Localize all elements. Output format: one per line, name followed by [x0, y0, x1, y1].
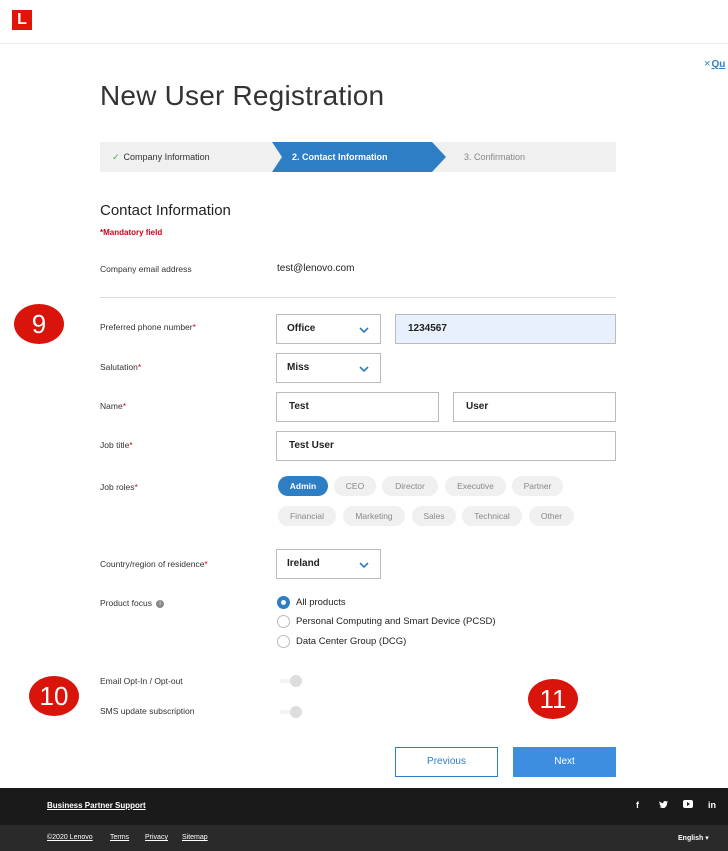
first-name-input[interactable]: Test	[276, 392, 439, 422]
job-title-label: Job title*	[100, 440, 133, 450]
language-selector[interactable]: English ▾	[678, 834, 709, 842]
email-opt-toggle[interactable]	[280, 675, 306, 687]
lenovo-logo[interactable]: L	[12, 10, 32, 30]
last-name-input[interactable]: User	[453, 392, 616, 422]
mandatory-note: *Mandatory field	[100, 228, 163, 237]
salutation-select[interactable]: Miss	[276, 353, 381, 383]
youtube-icon[interactable]	[683, 800, 693, 810]
registration-stepper: ✓ Company Information 2. Contact Informat…	[100, 142, 616, 172]
previous-button[interactable]: Previous	[395, 747, 498, 777]
footer-top: Business Partner Support f in	[0, 788, 728, 825]
role-chip-sales[interactable]: Sales	[412, 506, 456, 526]
step-company-information[interactable]: ✓ Company Information	[100, 142, 270, 172]
role-chip-partner[interactable]: Partner	[512, 476, 563, 496]
info-icon[interactable]: i	[155, 599, 164, 608]
divider	[100, 297, 616, 298]
chevron-down-icon: ▾	[705, 835, 709, 842]
job-title-input[interactable]: Test User	[276, 431, 616, 461]
footer-bottom: ©2020 Lenovo Terms Privacy Sitemap Engli…	[0, 825, 728, 851]
check-icon: ✓	[112, 152, 120, 162]
chevron-down-icon	[359, 562, 369, 569]
job-roles-label: Job roles*	[100, 482, 138, 492]
country-label: Country/region of residence*	[100, 559, 208, 569]
company-email-value: test@lenovo.com	[277, 263, 355, 274]
copyright-link[interactable]: ©2020 Lenovo	[47, 834, 93, 841]
role-chip-admin[interactable]: Admin	[278, 476, 328, 496]
role-chip-marketing[interactable]: Marketing	[343, 506, 405, 526]
sitemap-link[interactable]: Sitemap	[182, 834, 208, 841]
role-chip-ceo[interactable]: CEO	[334, 476, 376, 496]
quit-link[interactable]: ×Qu	[704, 58, 725, 70]
chevron-down-icon	[359, 366, 369, 373]
marker-10: 10	[29, 676, 79, 716]
product-focus-label: Product focus i	[100, 598, 164, 608]
role-chip-technical[interactable]: Technical	[462, 506, 522, 526]
country-select[interactable]: Ireland	[276, 549, 381, 579]
sms-label: SMS update subscription	[100, 706, 195, 716]
phone-type-select[interactable]: Office	[276, 314, 381, 344]
email-opt-label: Email Opt-In / Opt-out	[100, 676, 183, 686]
quit-label: Qu	[711, 59, 726, 70]
next-button[interactable]: Next	[513, 747, 616, 777]
role-chip-financial[interactable]: Financial	[278, 506, 336, 526]
radio-icon	[277, 635, 290, 648]
radio-icon	[277, 615, 290, 628]
role-chip-director[interactable]: Director	[382, 476, 438, 496]
page-title: New User Registration	[100, 80, 385, 111]
business-partner-support-link[interactable]: Business Partner Support	[47, 801, 146, 810]
twitter-icon[interactable]	[659, 800, 668, 810]
terms-link[interactable]: Terms	[110, 834, 129, 841]
privacy-link[interactable]: Privacy	[145, 834, 168, 841]
marker-9: 9	[14, 304, 64, 344]
facebook-icon[interactable]: f	[636, 800, 639, 810]
step-confirmation: 3. Confirmation	[464, 152, 526, 162]
sms-toggle[interactable]	[280, 706, 306, 718]
top-bar: L	[0, 0, 728, 44]
step2-label: 2. Contact Information	[292, 152, 388, 162]
step1-label: Company Information	[123, 152, 210, 162]
marker-11: 11	[528, 679, 578, 719]
section-title: Contact Information	[100, 202, 231, 219]
company-email-label: Company email address	[100, 264, 192, 274]
name-label: Name*	[100, 401, 126, 411]
chevron-down-icon	[359, 327, 369, 334]
linkedin-icon[interactable]: in	[708, 800, 716, 810]
radio-selected-icon	[277, 596, 290, 609]
salutation-label: Salutation*	[100, 362, 142, 372]
role-chip-other[interactable]: Other	[529, 506, 574, 526]
phone-label: Preferred phone number*	[100, 322, 196, 332]
role-chip-executive[interactable]: Executive	[445, 476, 506, 496]
step-contact-information: 2. Contact Information	[272, 142, 446, 172]
phone-number-input[interactable]: 1234567	[395, 314, 616, 344]
close-icon: ×	[704, 58, 711, 70]
